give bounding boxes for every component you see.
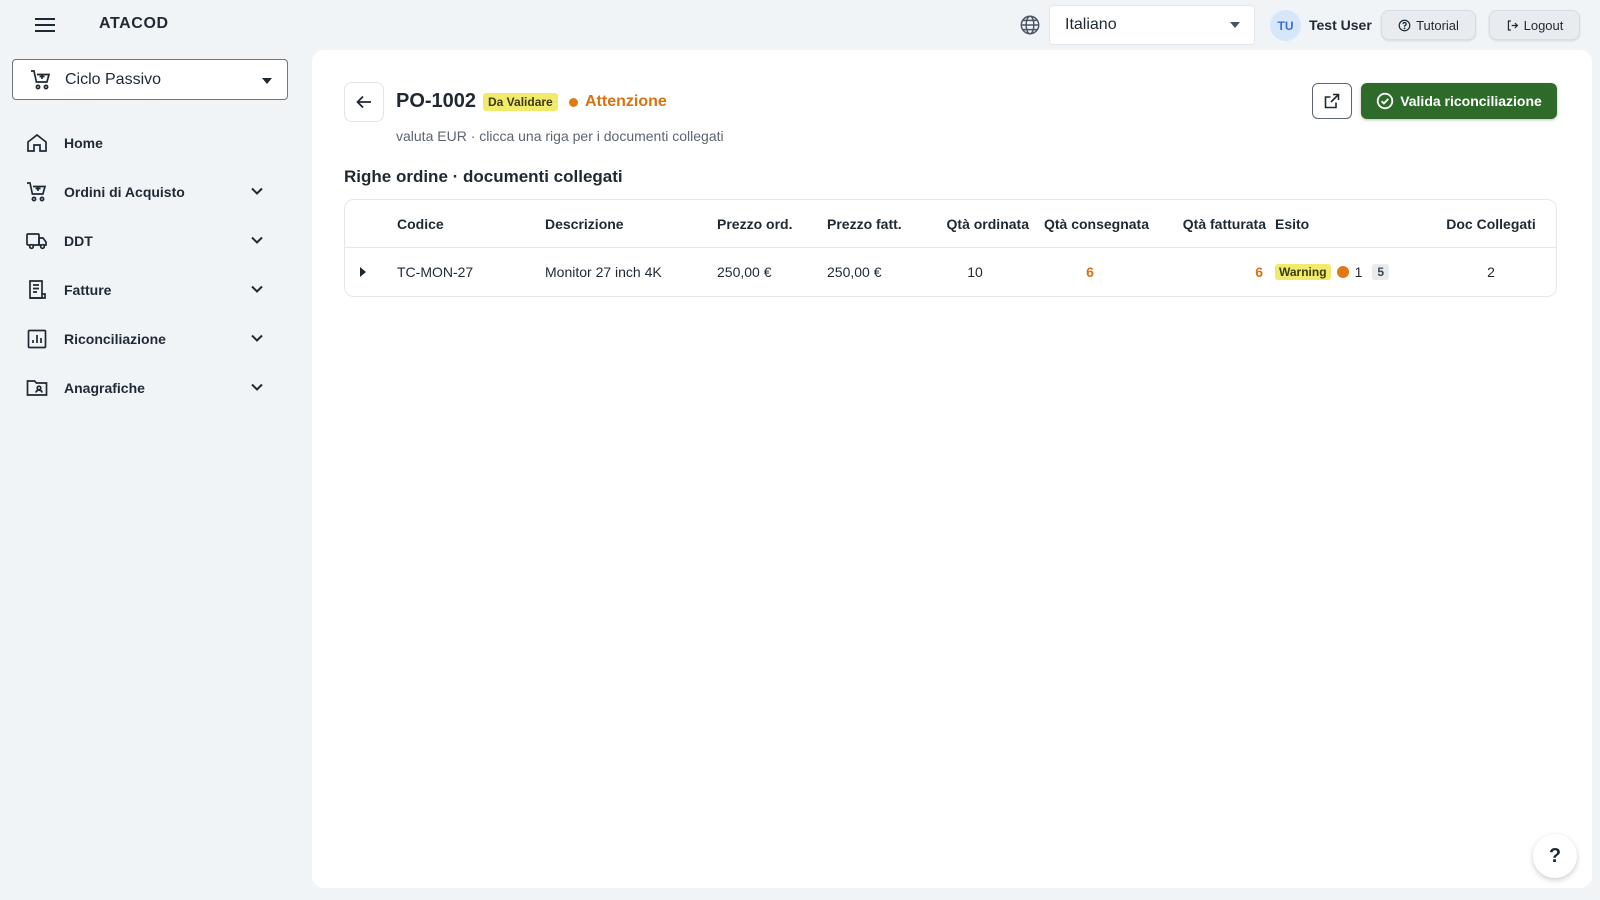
chevron-down-icon bbox=[248, 231, 266, 249]
chevron-down-icon bbox=[248, 182, 266, 200]
warning-dot-icon bbox=[569, 97, 578, 107]
cart-icon bbox=[25, 180, 49, 204]
sidebar-item-label: Fatture bbox=[64, 281, 112, 298]
globe-icon bbox=[1019, 14, 1041, 36]
cell-qta-fatturata: 6 bbox=[1255, 264, 1263, 280]
sidebar-item-label: Ordini di Acquisto bbox=[64, 183, 185, 200]
column-header[interactable]: Descrizione bbox=[545, 200, 624, 248]
back-button[interactable] bbox=[344, 82, 384, 122]
total-count-chip: 5 bbox=[1372, 264, 1390, 280]
chevron-down-icon bbox=[262, 78, 272, 84]
module-select[interactable]: Ciclo Passivo bbox=[12, 59, 288, 100]
chevron-down-icon bbox=[248, 378, 266, 396]
column-header[interactable]: Qtà consegnata bbox=[1036, 200, 1149, 248]
cell-qta-ordinata: 10 bbox=[967, 264, 983, 280]
tutorial-label: Tutorial bbox=[1416, 17, 1459, 33]
receipt-icon bbox=[25, 278, 49, 302]
column-header[interactable]: Qtà fatturata bbox=[1153, 200, 1266, 248]
help-circle-icon bbox=[1398, 19, 1411, 32]
warning-count: 1 bbox=[1354, 264, 1363, 280]
module-value: Ciclo Passivo bbox=[65, 70, 162, 88]
cell-prezzo-fatt: 250,00 € bbox=[827, 264, 882, 280]
main-panel: PO-1002 Da Validare Attenzione valuta EU… bbox=[312, 50, 1592, 888]
logout-label: Logout bbox=[1523, 17, 1564, 33]
sidebar-item-fatture[interactable]: Fatture bbox=[12, 265, 288, 314]
cell-qta-consegnata: 6 bbox=[1086, 264, 1094, 280]
column-header[interactable]: Prezzo fatt. bbox=[827, 200, 902, 248]
column-header[interactable]: Doc Collegati bbox=[1427, 200, 1555, 248]
tutorial-button[interactable]: Tutorial bbox=[1381, 10, 1476, 40]
sidebar-nav: Home Ordini di Acquisto DDT Fatture Rico… bbox=[12, 118, 288, 412]
cell-doc-collegati: 2 bbox=[1487, 264, 1495, 280]
sidebar-item-riconciliazione[interactable]: Riconciliazione bbox=[12, 314, 288, 363]
language-value: Italiano bbox=[1065, 16, 1117, 33]
warning-dot-icon bbox=[1336, 266, 1349, 278]
user-name: Test User bbox=[1309, 17, 1372, 33]
column-header[interactable]: Codice bbox=[397, 200, 444, 248]
cell-esito: Warning 1 5 bbox=[1275, 248, 1390, 296]
warning-badge: Warning bbox=[1275, 264, 1331, 280]
chevron-down-icon bbox=[248, 329, 266, 347]
logout-icon bbox=[1506, 19, 1519, 32]
cart-icon bbox=[29, 68, 53, 92]
language-select[interactable]: Italiano bbox=[1049, 5, 1255, 45]
sidebar-item-anagrafiche[interactable]: Anagrafiche bbox=[12, 363, 288, 412]
page-subtitle: valuta EUR · clicca una riga per i docum… bbox=[396, 128, 724, 144]
logout-button[interactable]: Logout bbox=[1489, 10, 1580, 40]
validate-reconciliation-button[interactable]: Valida riconciliazione bbox=[1361, 83, 1557, 119]
table-header: Codice Descrizione Prezzo ord. Prezzo fa… bbox=[345, 200, 1556, 248]
expand-row-icon[interactable] bbox=[360, 248, 372, 296]
open-external-button[interactable] bbox=[1312, 83, 1352, 119]
chart-icon bbox=[25, 327, 49, 351]
cell-prezzo-ord: 250,00 € bbox=[717, 264, 772, 280]
column-header[interactable]: Qtà ordinata bbox=[925, 200, 1029, 248]
chevron-down-icon bbox=[248, 280, 266, 298]
table-row[interactable]: TC-MON-27 Monitor 27 inch 4K 250,00 € 25… bbox=[345, 248, 1556, 296]
page-title: PO-1002 bbox=[396, 90, 477, 112]
sidebar-item-label: Home bbox=[64, 134, 103, 151]
status-badge: Da Validare bbox=[483, 93, 558, 111]
sidebar-item-ordini[interactable]: Ordini di Acquisto bbox=[12, 167, 288, 216]
order-lines-table: Codice Descrizione Prezzo ord. Prezzo fa… bbox=[344, 199, 1557, 297]
contact-folder-icon bbox=[25, 376, 49, 400]
help-button[interactable]: ? bbox=[1533, 834, 1577, 878]
attention-indicator: Attenzione bbox=[569, 93, 667, 111]
sidebar-item-label: Anagrafiche bbox=[64, 379, 145, 396]
home-icon bbox=[25, 131, 49, 155]
sidebar-item-home[interactable]: Home bbox=[12, 118, 288, 167]
column-header[interactable]: Prezzo ord. bbox=[717, 200, 792, 248]
chevron-down-icon bbox=[1230, 22, 1240, 28]
attention-label: Attenzione bbox=[585, 93, 667, 110]
cell-codice: TC-MON-27 bbox=[397, 264, 474, 280]
menu-icon[interactable] bbox=[32, 12, 58, 38]
app-title: ATACOD bbox=[99, 15, 169, 32]
cell-descrizione: Monitor 27 inch 4K bbox=[545, 264, 662, 280]
top-bar: ATACOD Italiano TU Test User Tutorial Lo… bbox=[0, 0, 1600, 50]
sidebar-item-label: DDT bbox=[64, 232, 93, 249]
check-circle-icon bbox=[1376, 92, 1394, 110]
sidebar-item-ddt[interactable]: DDT bbox=[12, 216, 288, 265]
avatar[interactable]: TU bbox=[1270, 10, 1301, 41]
external-link-icon bbox=[1323, 92, 1341, 110]
column-header[interactable]: Esito bbox=[1275, 200, 1309, 248]
truck-icon bbox=[25, 229, 49, 253]
validate-label: Valida riconciliazione bbox=[1400, 93, 1542, 109]
section-title: Righe ordine · documenti collegati bbox=[344, 167, 623, 186]
sidebar-item-label: Riconciliazione bbox=[64, 330, 166, 347]
arrow-left-icon bbox=[354, 92, 374, 112]
